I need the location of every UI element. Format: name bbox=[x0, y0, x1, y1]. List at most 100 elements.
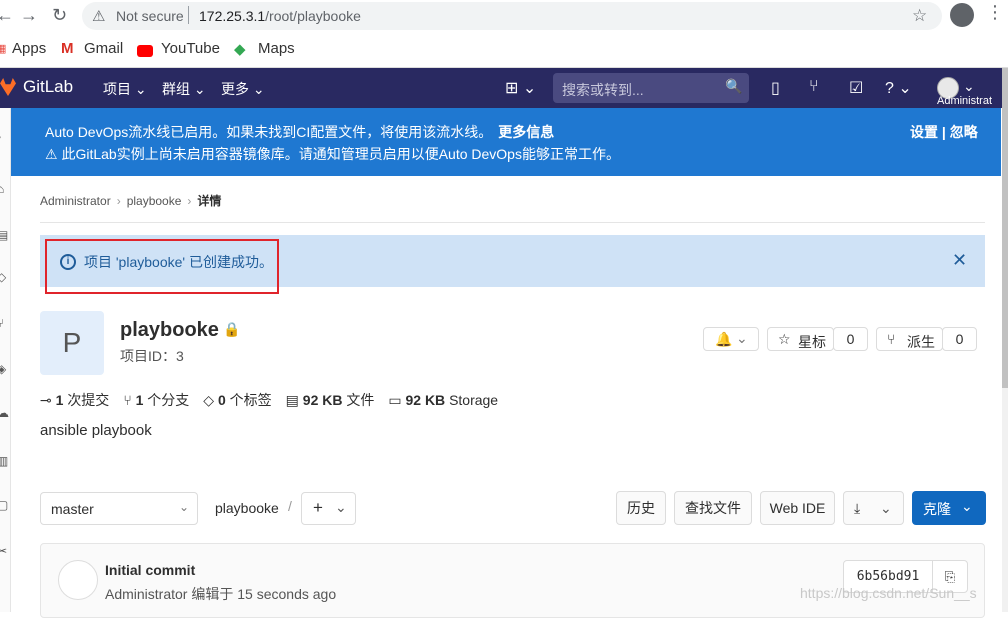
sidebar-issues-icon[interactable]: ◇ bbox=[0, 270, 6, 284]
fork-count[interactable]: 0 bbox=[942, 327, 977, 351]
project-title: playbooke bbox=[120, 319, 219, 341]
stat-label: 个标签 bbox=[229, 392, 272, 408]
nav-projects[interactable]: 项目 ⌄ bbox=[103, 79, 147, 99]
commit-author[interactable]: Administrator bbox=[105, 586, 187, 602]
sidebar-merge-icon[interactable]: ⑂ bbox=[0, 316, 4, 330]
close-icon[interactable]: ✕ bbox=[952, 250, 967, 271]
commit-icon: ⊸ bbox=[40, 392, 52, 408]
sidebar-cicd-icon[interactable]: ◈ bbox=[0, 362, 6, 376]
branch-select[interactable]: master ⌄ bbox=[40, 492, 198, 525]
apps-grid-icon[interactable]: ▦ bbox=[0, 42, 6, 55]
gmail-icon[interactable]: M bbox=[61, 40, 74, 57]
sidebar-home-icon[interactable]: ⌂ bbox=[0, 182, 4, 196]
tree-path[interactable]: playbooke bbox=[215, 500, 279, 516]
clone-label: 克隆 bbox=[923, 501, 951, 517]
nav-groups[interactable]: 群组 ⌄ bbox=[162, 79, 206, 99]
history-button[interactable]: 历史 bbox=[616, 491, 666, 525]
menu-dots-icon[interactable]: ⋮ bbox=[986, 2, 1004, 23]
commit-time: 15 seconds ago bbox=[237, 586, 337, 602]
sidebar-analytics-icon[interactable]: ▥ bbox=[0, 454, 8, 468]
user-name[interactable]: Administrat bbox=[937, 95, 992, 107]
brand-name[interactable]: GitLab bbox=[23, 77, 73, 97]
path-separator: / bbox=[288, 498, 292, 514]
banner-sep: | bbox=[941, 124, 946, 140]
chevron-down-icon: ⌄ bbox=[179, 500, 190, 514]
chevron-down-icon[interactable]: ⌄ bbox=[963, 78, 975, 95]
stat-tags[interactable]: ◇ 0 个标签 bbox=[203, 392, 271, 408]
search-input[interactable]: 搜索或转到... 🔍 bbox=[553, 73, 749, 103]
forward-arrow-icon[interactable]: → bbox=[20, 5, 38, 26]
stat-files[interactable]: ▤ 92 KB 文件 bbox=[286, 392, 375, 408]
search-placeholder: 搜索或转到... bbox=[562, 82, 644, 98]
project-stats: ⊸ 1 次提交 ⑂ 1 个分支 ◇ 0 个标签 ▤ 92 KB 文件 ▭ 92 KB S… bbox=[40, 390, 512, 410]
youtube-icon[interactable] bbox=[137, 45, 153, 57]
branch-icon: ⑂ bbox=[123, 392, 132, 408]
sidebar-snippets-icon[interactable]: ✂ bbox=[0, 544, 7, 558]
warning-icon[interactable]: ⚠ bbox=[92, 7, 105, 25]
stat-commits[interactable]: ⊸ 1 次提交 bbox=[40, 392, 109, 408]
stat-value: 1 bbox=[55, 392, 64, 408]
add-file-dropdown[interactable]: + ⌄ bbox=[301, 492, 356, 525]
profile-icon[interactable] bbox=[950, 3, 974, 27]
reload-icon[interactable]: ↻ bbox=[52, 5, 67, 26]
more-info-link[interactable]: 更多信息 bbox=[498, 124, 554, 140]
nav-more[interactable]: 更多 ⌄ bbox=[221, 79, 265, 99]
find-file-button[interactable]: 查找文件 bbox=[674, 491, 752, 525]
gitlab-logo-icon[interactable] bbox=[0, 78, 16, 96]
todo-icon[interactable]: ☑ bbox=[849, 78, 863, 98]
nav-projects-label: 项目 bbox=[103, 81, 131, 97]
breadcrumb: Administrator › playbooke › 详情 bbox=[40, 192, 221, 209]
bookmark-youtube[interactable]: YouTube bbox=[161, 40, 220, 57]
maps-icon[interactable]: ◆ bbox=[234, 40, 246, 58]
download-dropdown[interactable]: ⤓ ⌄ bbox=[843, 491, 904, 525]
breadcrumb-current[interactable]: 详情 bbox=[197, 194, 221, 208]
sidebar-wiki-icon[interactable]: ▢ bbox=[0, 498, 8, 512]
issues-icon[interactable]: ▯ bbox=[771, 78, 780, 98]
star-count[interactable]: 0 bbox=[833, 327, 868, 351]
avatar[interactable] bbox=[58, 560, 98, 600]
address-bar[interactable]: ⚠ Not secure 172.25.3.1/root/playbooke ☆ bbox=[82, 2, 942, 30]
stat-branches[interactable]: ⑂ 1 个分支 bbox=[123, 392, 189, 408]
dismiss-link[interactable]: 忽略 bbox=[950, 124, 978, 140]
plus-square-icon[interactable]: ⊞ ⌄ bbox=[505, 78, 536, 98]
breadcrumb-owner[interactable]: Administrator bbox=[40, 194, 111, 208]
sidebar-project-icon[interactable]: ◦ bbox=[0, 130, 1, 144]
breadcrumb-project[interactable]: playbooke bbox=[127, 194, 182, 208]
bookmark-maps[interactable]: Maps bbox=[258, 40, 295, 57]
star-label: 星标 bbox=[798, 334, 826, 350]
merge-request-icon[interactable]: ⑂ bbox=[809, 78, 819, 96]
chevron-down-icon: ⌄ bbox=[736, 330, 748, 346]
gitlab-header: GitLab 项目 ⌄ 群组 ⌄ 更多 ⌄ ⊞ ⌄ 搜索或转到... 🔍 ▯ ⑂… bbox=[0, 68, 1008, 108]
bookmark-apps[interactable]: Apps bbox=[12, 40, 46, 57]
stat-label: Storage bbox=[449, 392, 499, 408]
star-button[interactable]: ☆ 星标 bbox=[767, 327, 834, 351]
notification-button[interactable]: 🔔 ⌄ bbox=[703, 327, 759, 351]
download-icon: ⤓ bbox=[854, 500, 861, 516]
file-icon: ▤ bbox=[285, 392, 299, 408]
clone-button[interactable]: 克隆 ⌄ bbox=[912, 491, 986, 525]
url-path: /root/playbooke bbox=[265, 8, 361, 24]
branch-name: master bbox=[51, 501, 94, 517]
sidebar-repo-icon[interactable]: ▤ bbox=[0, 228, 8, 242]
stat-storage[interactable]: ▭ 92 KB Storage bbox=[388, 392, 498, 408]
stat-label: 文件 bbox=[346, 392, 375, 408]
commit-title[interactable]: Initial commit bbox=[105, 562, 195, 578]
fork-button[interactable]: ⑂ 派生 bbox=[876, 327, 943, 351]
web-ide-button[interactable]: Web IDE bbox=[760, 491, 835, 525]
chevron-down-icon: ⌄ bbox=[961, 498, 973, 514]
help-icon[interactable]: ? ⌄ bbox=[885, 78, 912, 98]
back-arrow-icon[interactable]: ← bbox=[0, 5, 14, 26]
scrollbar-thumb[interactable] bbox=[1002, 68, 1008, 388]
browser-chrome: ← → ↻ ⚠ Not secure 172.25.3.1/root/playb… bbox=[0, 0, 1008, 68]
not-secure-label[interactable]: Not secure bbox=[116, 8, 184, 24]
url-text[interactable]: 172.25.3.1/root/playbooke bbox=[199, 8, 361, 24]
star-bookmark-icon[interactable]: ☆ bbox=[912, 6, 927, 26]
tag-icon: ◇ bbox=[203, 392, 215, 408]
url-host: 172.25.3.1 bbox=[199, 8, 266, 24]
chevron-down-icon: ⌄ bbox=[193, 81, 206, 97]
devops-banner: Auto DevOps流水线已启用。如果未找到CI配置文件，将使用该流水线。 更多… bbox=[11, 108, 1001, 176]
settings-link[interactable]: 设置 bbox=[910, 124, 938, 140]
sidebar-ops-icon[interactable]: ☁ bbox=[0, 406, 9, 420]
divider bbox=[40, 222, 985, 223]
bookmark-gmail[interactable]: Gmail bbox=[84, 40, 123, 57]
